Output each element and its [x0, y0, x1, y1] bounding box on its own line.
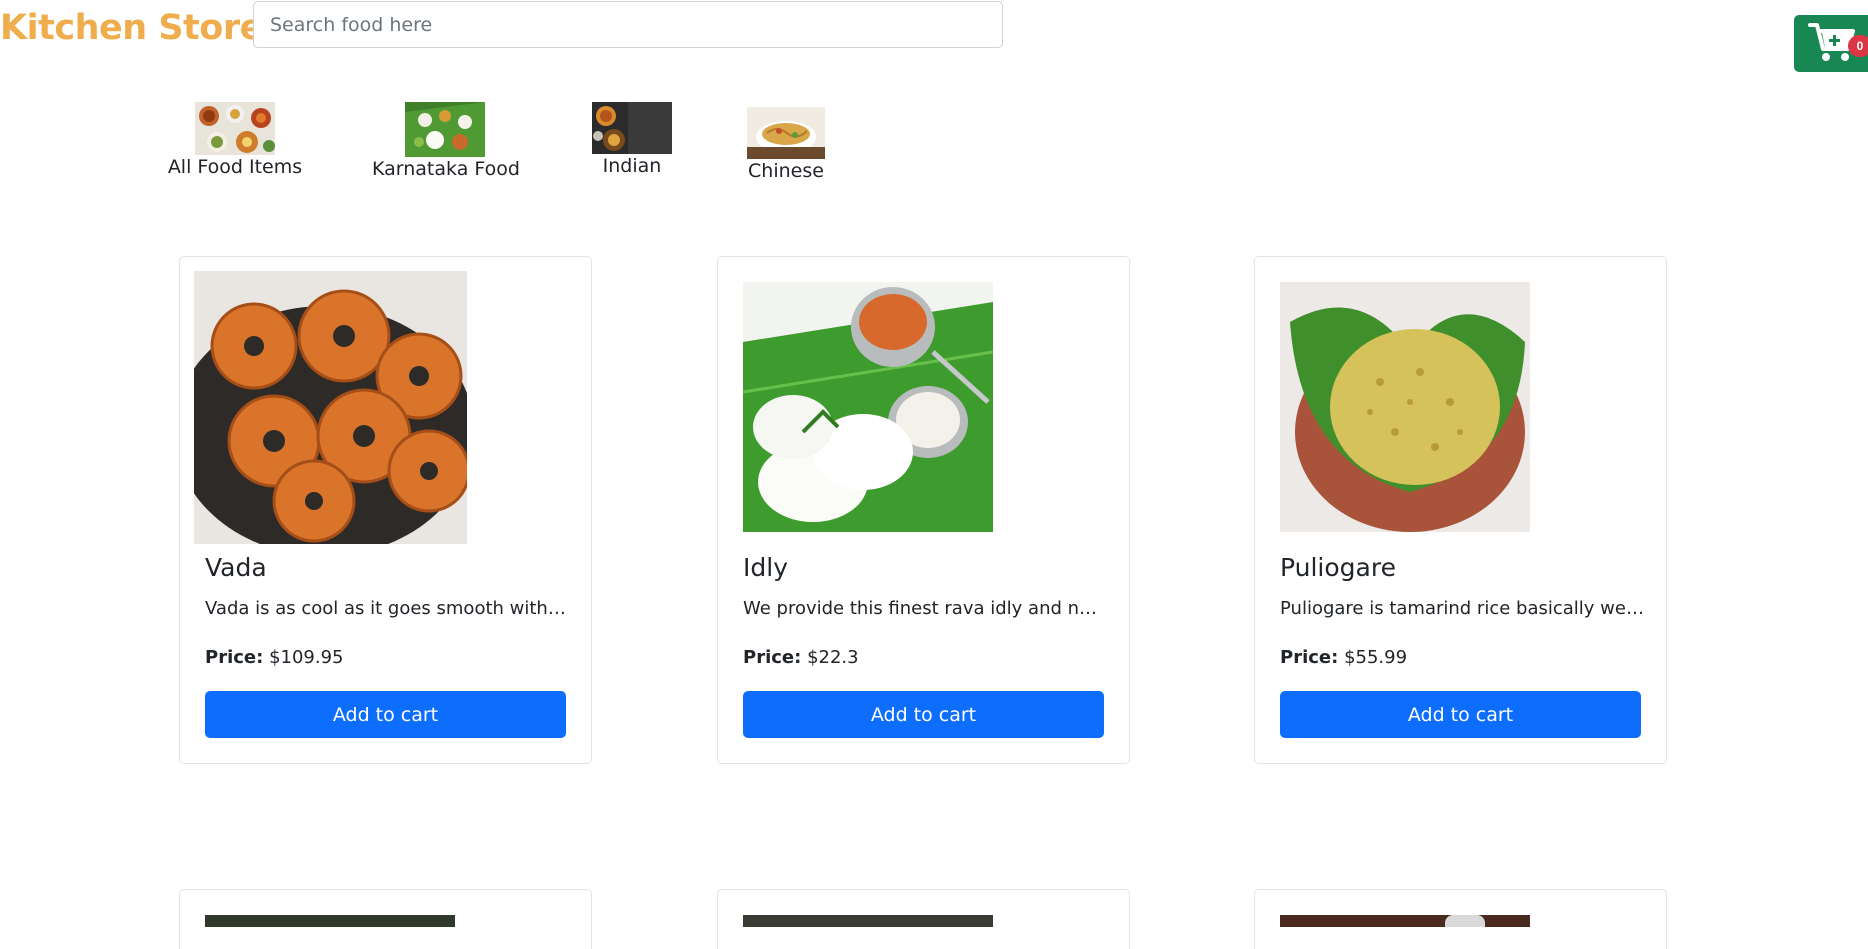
banana-leaf-meal-image [405, 102, 485, 157]
price-value: $55.99 [1344, 647, 1408, 668]
product-title: Idly [743, 553, 788, 582]
bowl-partial [1445, 915, 1485, 927]
product-card-idly: Idly We provide this finest rava idly an… [717, 256, 1130, 764]
product-description: We provide this finest rava idly and nor… [743, 598, 1108, 619]
puliogare-photo [1280, 282, 1530, 532]
product-description: Puliogare is tamarind rice basically we … [1280, 598, 1645, 619]
product-card-partial [717, 889, 1130, 949]
product-card-partial [179, 889, 592, 949]
food-platter-image [195, 102, 275, 155]
price-label: Price: [743, 647, 802, 668]
price-value: $109.95 [269, 647, 344, 668]
product-price: Price: $55.99 [1280, 647, 1407, 668]
noodles-image [747, 107, 825, 159]
product-description: Vada is as cool as it goes smooth with i… [205, 598, 570, 619]
product-price: Price: $109.95 [205, 647, 344, 668]
cart-count-badge: 0 [1848, 35, 1868, 57]
search-input[interactable] [253, 1, 1003, 48]
product-price: Price: $22.3 [743, 647, 859, 668]
indian-curry-image [592, 102, 672, 154]
category-label: Indian [602, 155, 662, 177]
product-card-vada: Vada Vada is as cool as it goes smooth w… [179, 256, 592, 764]
brand-logo[interactable]: Kitchen Store [0, 8, 263, 48]
product-title: Puliogare [1280, 553, 1396, 582]
product-card-puliogare: Puliogare Puliogare is tamarind rice bas… [1254, 256, 1667, 764]
add-to-cart-button[interactable]: Add to cart [205, 691, 566, 738]
price-label: Price: [1280, 647, 1339, 668]
product-card-partial [1254, 889, 1667, 949]
category-indian[interactable]: Indian [591, 102, 673, 177]
price-value: $22.3 [807, 647, 859, 668]
product-photo-partial [743, 915, 993, 927]
category-label: Karnataka Food [372, 158, 520, 180]
product-title: Vada [205, 553, 267, 582]
category-karnataka-food[interactable]: Karnataka Food [372, 102, 520, 180]
product-photo-partial [1280, 915, 1530, 927]
category-label: All Food Items [167, 156, 303, 178]
cart-button[interactable]: 0 [1794, 15, 1868, 72]
price-label: Price: [205, 647, 264, 668]
category-all-food-items[interactable]: All Food Items [167, 102, 303, 178]
product-photo-partial [205, 915, 455, 927]
category-chinese[interactable]: Chinese [742, 107, 830, 182]
category-label: Chinese [748, 160, 824, 182]
add-to-cart-button[interactable]: Add to cart [743, 691, 1104, 738]
vada-photo [194, 271, 467, 544]
add-to-cart-button[interactable]: Add to cart [1280, 691, 1641, 738]
idly-photo [743, 282, 993, 532]
